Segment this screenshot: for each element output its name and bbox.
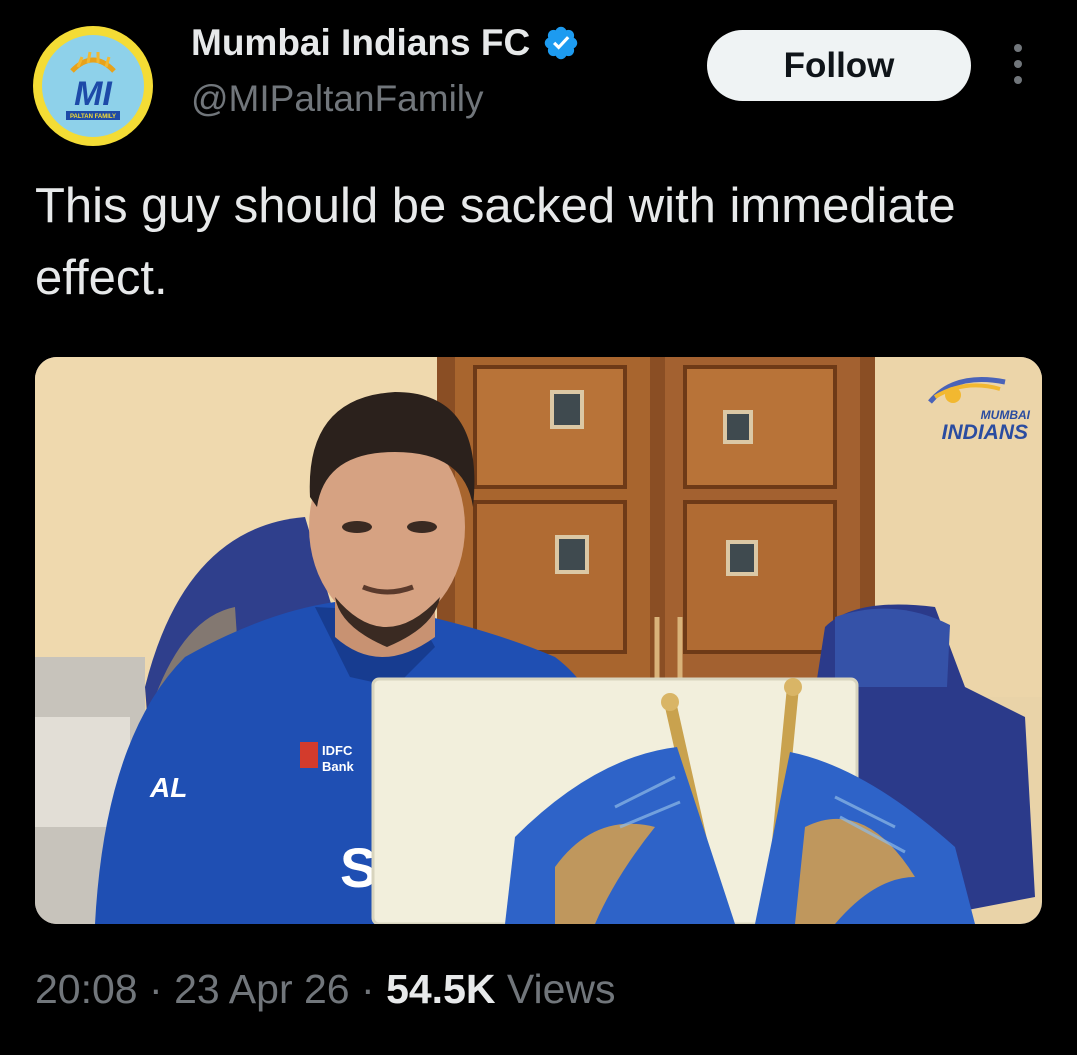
avatar-logo-text: MI: [74, 75, 113, 113]
author-display-name[interactable]: Mumbai Indians FC: [191, 22, 530, 64]
jersey-text: AL: [149, 772, 187, 803]
meta-separator: ·: [149, 966, 163, 1012]
more-dot: [1014, 44, 1022, 52]
tweet-time[interactable]: 20:08: [35, 966, 138, 1012]
more-vertical-icon[interactable]: [1005, 44, 1031, 84]
follow-button[interactable]: Follow: [707, 30, 971, 101]
jersey-text: IDFC: [322, 743, 353, 758]
author-avatar[interactable]: MI PALTAN FAMILY: [33, 26, 153, 146]
more-dot: [1014, 76, 1022, 84]
author-handle[interactable]: @MIPaltanFamily: [191, 78, 484, 120]
watermark-text: MUMBAI: [981, 408, 1031, 422]
more-dot: [1014, 60, 1022, 68]
tweet-meta: 20:08 · 23 Apr 26 · 54.5K Views: [35, 966, 616, 1013]
tweet-media-photo[interactable]: IDFC Bank AL S MUMBAI INDIANS: [35, 357, 1042, 924]
tweet-date[interactable]: 23 Apr 26: [174, 966, 350, 1012]
jersey-text: Bank: [322, 759, 355, 774]
author-name-row[interactable]: Mumbai Indians FC: [191, 22, 580, 64]
avatar-logo-subtext: PALTAN FAMILY: [70, 114, 116, 120]
tweet-text: This guy should be sacked with immediate…: [35, 179, 956, 305]
verified-badge-icon: [544, 26, 578, 60]
meta-separator: ·: [361, 966, 375, 1012]
mi-logo-icon: MI PALTAN FAMILY: [42, 35, 144, 137]
watermark-text: INDIANS: [942, 421, 1028, 444]
views-label: Views: [506, 966, 616, 1012]
views-count[interactable]: 54.5K: [386, 966, 495, 1012]
